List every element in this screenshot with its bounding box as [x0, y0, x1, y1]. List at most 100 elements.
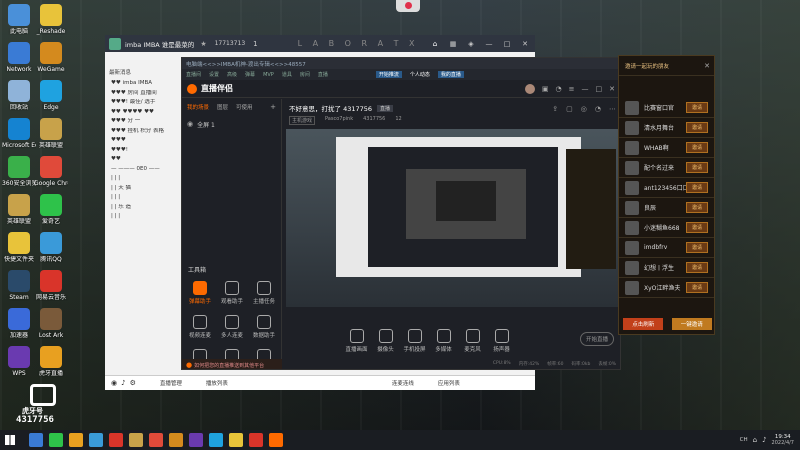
desktop-icon[interactable]: 回收站 — [2, 80, 36, 111]
scene-tab[interactable]: 图层 — [217, 103, 228, 111]
top-tab[interactable]: 直播 — [318, 71, 328, 78]
window-top-handle[interactable] — [396, 0, 420, 12]
taskbar-app-icon[interactable] — [49, 433, 63, 447]
game-icon[interactable]: ◈ — [465, 38, 477, 50]
desktop-icon[interactable]: 爱奇艺 — [34, 194, 68, 225]
gift-icon[interactable]: ▣ — [542, 85, 549, 93]
desktop-icon[interactable]: 360安全浏览器 — [2, 156, 36, 187]
source-button[interactable]: 扬声器 — [488, 329, 515, 353]
desktop-icon[interactable]: Google Chrome — [34, 156, 68, 187]
bottom-tab-2[interactable]: 连麦连线 — [392, 379, 414, 387]
user-avatar[interactable] — [524, 83, 535, 94]
minimize-button[interactable]: — — [483, 38, 495, 50]
scene-item[interactable]: ◉ 全屏 1 — [187, 119, 276, 129]
invite-button[interactable]: 邀请 — [686, 222, 708, 233]
desktop-icon[interactable]: 腾讯QQ — [34, 232, 68, 263]
tool-button[interactable]: 观看助手 — [216, 281, 248, 305]
bottom-tab-0[interactable]: 直播管理 — [160, 379, 182, 387]
invite-button[interactable]: 邀请 — [686, 202, 708, 213]
desktop-icon[interactable]: 虎牙直播 — [34, 346, 68, 377]
scene-tab[interactable]: 可使用 — [236, 103, 253, 111]
desktop-icon[interactable]: _Reshade — [34, 4, 68, 35]
source-button[interactable]: 多媒体 — [430, 329, 457, 353]
close-button[interactable]: ✕ — [519, 38, 531, 50]
top-tab[interactable]: 开始推流 — [375, 71, 402, 78]
app-maximize-button[interactable]: □ — [596, 85, 603, 93]
eye-icon[interactable]: ◉ — [187, 120, 193, 128]
top-tab[interactable]: 房间 — [300, 71, 310, 78]
invite-button[interactable]: 邀请 — [686, 102, 708, 113]
source-button[interactable]: 手机投屏 — [401, 329, 428, 353]
taskbar-app-icon[interactable] — [109, 433, 123, 447]
desktop-icon[interactable]: WPS — [2, 346, 36, 377]
invite-button[interactable]: 邀请 — [686, 142, 708, 153]
taskbar-app-icon[interactable] — [209, 433, 223, 447]
invite-button[interactable]: 邀请 — [686, 162, 708, 173]
start-stream-button[interactable]: 开始直播 — [580, 332, 614, 346]
tool-button[interactable]: 多人连麦 — [216, 315, 248, 339]
top-tab[interactable]: 高级 — [227, 71, 237, 78]
top-tab[interactable]: 个人动态 — [410, 71, 430, 78]
taskbar-app-icon[interactable] — [29, 433, 43, 447]
network-icon[interactable]: ⌂ — [753, 436, 757, 444]
source-button[interactable]: 直播画面 — [343, 329, 370, 353]
star-icon[interactable]: ★ — [200, 40, 206, 48]
app-close-button[interactable]: ✕ — [609, 85, 615, 93]
invite-button[interactable]: 邀请 — [686, 262, 708, 273]
taskbar-app-icon[interactable] — [269, 433, 283, 447]
desktop-icon[interactable]: Network — [2, 42, 36, 73]
record-icon[interactable]: ◎ — [581, 105, 587, 113]
taskbar-app-icon[interactable] — [149, 433, 163, 447]
refresh-button[interactable]: 点击刷新 — [623, 318, 664, 330]
stream-preview[interactable] — [286, 129, 619, 307]
source-button[interactable]: 摄像头 — [372, 329, 399, 353]
invite-button[interactable]: 邀请 — [686, 242, 708, 253]
invite-button[interactable]: 邀请 — [686, 182, 708, 193]
scene-tab[interactable]: 我的场景 — [187, 103, 209, 111]
friends-close-button[interactable]: ✕ — [704, 62, 710, 70]
settings-icon[interactable]: ⚙ — [130, 379, 136, 387]
taskbar-app-icon[interactable] — [89, 433, 103, 447]
tool-button[interactable]: 弹幕助手 — [184, 281, 216, 305]
desktop-icon[interactable]: 网易云音乐 — [34, 270, 68, 301]
taskbar-app-icon[interactable] — [229, 433, 243, 447]
desktop-icon[interactable]: 英雄联盟 — [2, 194, 36, 225]
tool-button[interactable]: 数据助手 — [248, 315, 280, 339]
bottom-tab-3[interactable]: 应用列表 — [438, 379, 460, 387]
desktop-icon[interactable]: Microsoft Edge — [2, 118, 36, 149]
desktop-icon[interactable]: Edge — [34, 80, 68, 111]
top-tab[interactable]: 弹幕 — [245, 71, 255, 78]
taskbar-app-icon[interactable] — [69, 433, 83, 447]
desktop-icon[interactable]: 快捷文件夹 — [2, 232, 36, 263]
source-button[interactable]: 麦克风 — [459, 329, 486, 353]
share-icon[interactable]: ⇪ — [552, 105, 558, 113]
invite-button[interactable]: 邀请 — [686, 122, 708, 133]
tray-language[interactable]: CH — [740, 437, 748, 443]
top-tab[interactable]: 设置 — [209, 71, 219, 78]
home-icon[interactable]: ⌂ — [429, 38, 441, 50]
clock-date[interactable]: 2022/4/7 — [772, 440, 794, 446]
top-tab[interactable]: 直播间 — [186, 71, 201, 78]
taskbar-app-icon[interactable] — [249, 433, 263, 447]
room-tag[interactable]: 直播 — [377, 104, 394, 112]
sound-icon[interactable]: ♪ — [121, 379, 125, 387]
menu-icon[interactable]: ≡ — [569, 85, 575, 93]
more-icon[interactable]: ⋯ — [609, 105, 616, 113]
desktop-icon[interactable]: Steam — [2, 270, 36, 301]
bell-icon[interactable]: ◔ — [556, 85, 562, 93]
bottom-tab-1[interactable]: 播放列表 — [206, 379, 228, 387]
notify-icon[interactable]: ◔ — [595, 105, 601, 113]
top-tab[interactable]: MVP — [263, 72, 274, 78]
maximize-button[interactable]: □ — [501, 38, 513, 50]
invite-button[interactable]: 邀请 — [686, 282, 708, 293]
add-scene-icon[interactable]: + — [270, 103, 276, 111]
tool-button[interactable]: 主播任务 — [248, 281, 280, 305]
desktop-icon[interactable]: 此电脑 — [2, 4, 36, 35]
grid-icon[interactable]: ▦ — [447, 38, 459, 50]
desktop-icon[interactable]: WeGame — [34, 42, 68, 73]
top-tab[interactable]: 道具 — [282, 71, 292, 78]
desktop-icon[interactable]: 英雄联盟 — [34, 118, 68, 149]
tool-button[interactable]: 视频连麦 — [184, 315, 216, 339]
desktop-icon[interactable]: Lost Ark — [34, 308, 68, 339]
taskbar-app-icon[interactable] — [189, 433, 203, 447]
